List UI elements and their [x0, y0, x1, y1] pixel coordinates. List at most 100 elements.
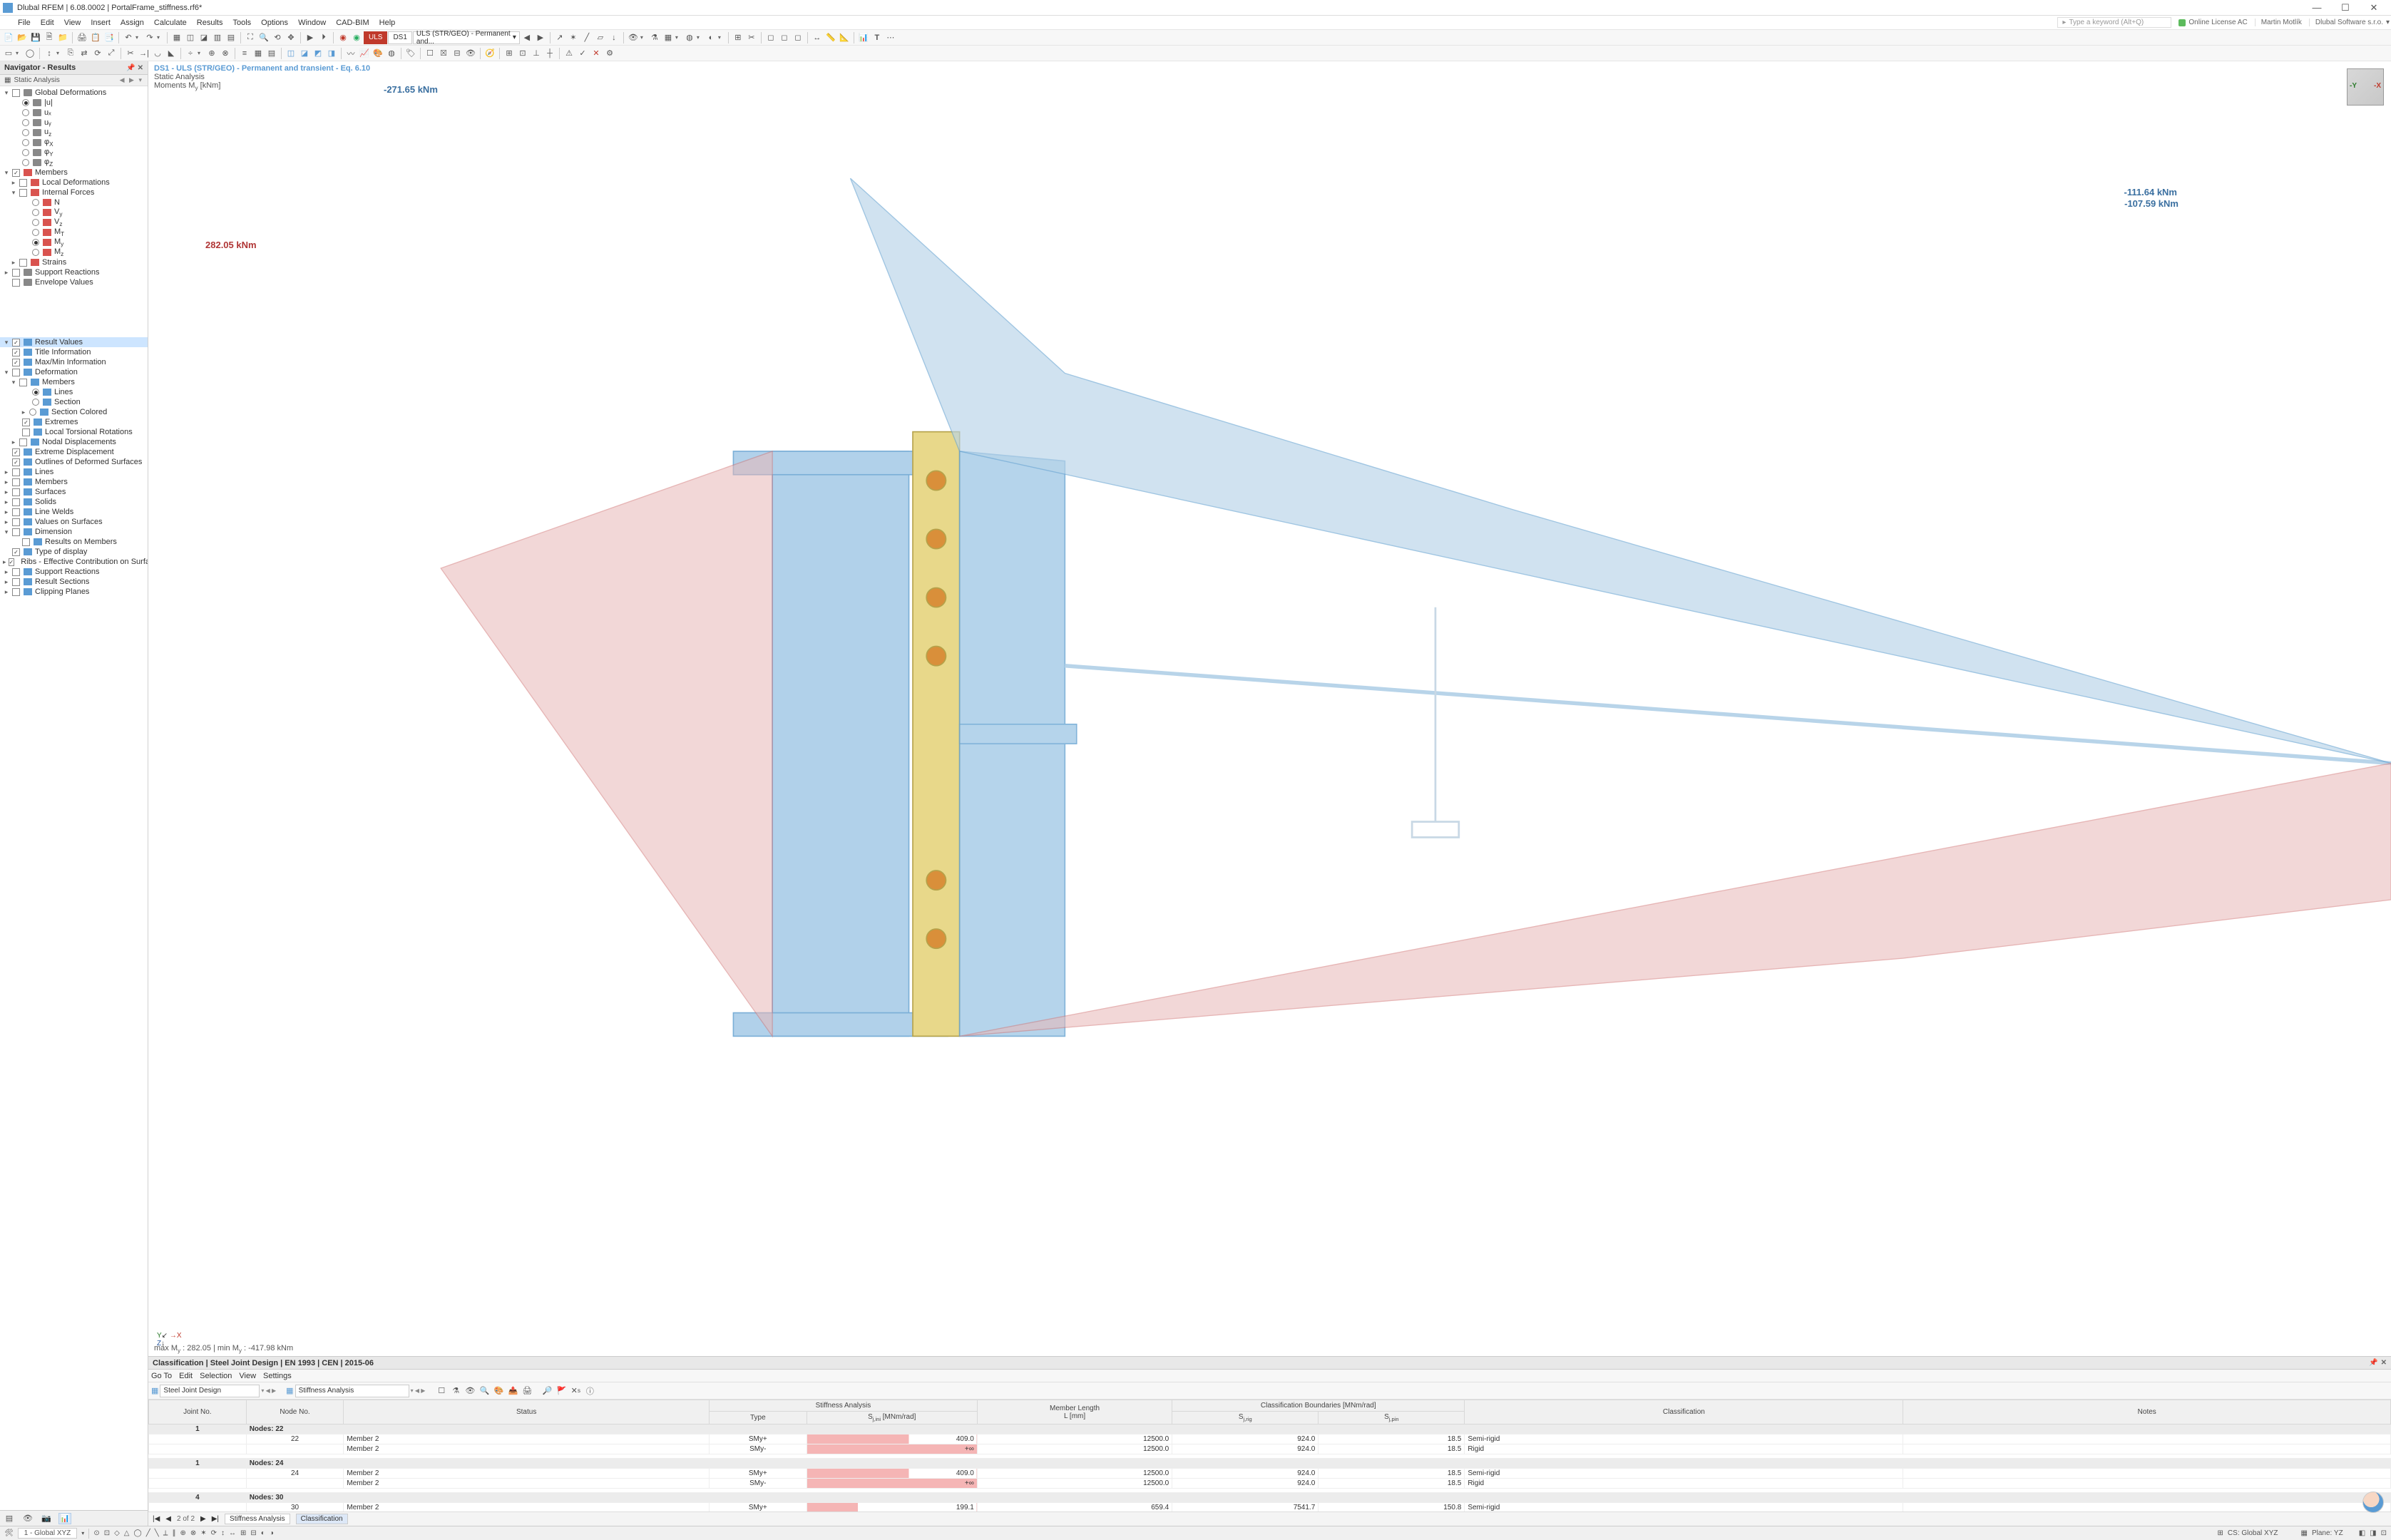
panel-combo1[interactable]: Steel Joint Design [160, 1385, 260, 1397]
blue4-icon[interactable]: ◨ [325, 47, 338, 60]
warn-icon[interactable]: ⚠ [563, 47, 575, 60]
scale-icon[interactable]: ⤢ [105, 47, 118, 60]
graph-icon[interactable]: 📊 [857, 31, 870, 44]
open-icon[interactable]: 📂 [16, 31, 29, 44]
status-end1-icon[interactable]: ◧ [2359, 1529, 2365, 1537]
eye-icon[interactable]: 👁 [627, 31, 640, 44]
snap4-icon[interactable]: △ [124, 1529, 130, 1537]
rotate-icon[interactable]: ⟲ [271, 31, 284, 44]
sect-icon[interactable]: ⊞ [732, 31, 744, 44]
tab-data-icon[interactable]: ▤ [3, 1513, 16, 1524]
ptb-find-icon[interactable]: 🔎 [541, 1385, 553, 1397]
ptb-print-icon[interactable]: 🖨 [521, 1385, 533, 1397]
tab-views-icon[interactable]: 📷 [40, 1513, 53, 1524]
blue2-icon[interactable]: ◪ [298, 47, 311, 60]
ptb-zoom-icon[interactable]: 🔍 [478, 1385, 491, 1397]
tab-results-icon[interactable]: 📊 [58, 1513, 71, 1524]
settings-icon[interactable]: ⚙ [603, 47, 616, 60]
results-tree[interactable]: ▾Global Deformations |u| uₓ uᵧ uz φX φY … [0, 86, 148, 1510]
panel-goto[interactable]: Go To [151, 1372, 172, 1380]
grid2-icon[interactable]: ⊞ [503, 47, 516, 60]
tab-stiffness[interactable]: Stiffness Analysis [225, 1514, 290, 1524]
grid-icon[interactable]: ▦ [170, 31, 183, 44]
snap-icon[interactable]: ⊡ [516, 47, 529, 60]
transp-icon[interactable]: ◐ [705, 31, 717, 44]
view4-icon[interactable]: ▤ [225, 31, 237, 44]
ptb-filter-icon[interactable]: ⚗ [449, 1385, 462, 1397]
ptb-xs-icon[interactable]: ✕s [569, 1385, 582, 1397]
view2-icon[interactable]: ◪ [198, 31, 210, 44]
uls-chip[interactable]: ULS [364, 31, 387, 44]
panel-selection[interactable]: Selection [200, 1372, 232, 1380]
viewport[interactable]: DS1 - ULS (STR/GEO) - Permanent and tran… [148, 61, 2391, 1356]
results2-icon[interactable]: ◉ [350, 31, 363, 44]
contour-icon[interactable]: ◍ [385, 47, 398, 60]
printout-icon[interactable]: 📋 [89, 31, 102, 44]
view-cube[interactable]: -Y -X [2347, 68, 2384, 106]
lasso-icon[interactable]: ◯ [24, 47, 36, 60]
arrow-icon[interactable]: ↗ [553, 31, 566, 44]
panel-pin-icon[interactable]: 📌 [2369, 1359, 2377, 1367]
pin-icon[interactable]: 📌 ✕ [126, 64, 143, 72]
minimize-button[interactable]: — [2303, 0, 2331, 16]
ptb-info-icon[interactable]: ⓘ [583, 1385, 596, 1397]
keyword-search[interactable]: ▸ Type a keyword (Alt+Q) [2057, 17, 2171, 28]
solid-icon[interactable]: ◍ [683, 31, 696, 44]
ptb-export-icon[interactable]: 📤 [506, 1385, 519, 1397]
pointer-icon[interactable]: ▭ [2, 47, 15, 60]
calc-icon[interactable]: ▶ [304, 31, 317, 44]
snap8-icon[interactable]: ⟂ [163, 1529, 168, 1537]
diag-icon[interactable]: 📈 [358, 47, 371, 60]
ortho-icon[interactable]: ⊥ [530, 47, 543, 60]
trim-icon[interactable]: ✂ [124, 47, 137, 60]
divide-icon[interactable]: ÷ [184, 47, 197, 60]
text-icon[interactable]: T [871, 31, 884, 44]
snap18-icon[interactable]: ◐ [261, 1529, 265, 1537]
snap7-icon[interactable]: ╲ [155, 1529, 159, 1537]
close-button[interactable]: ✕ [2360, 0, 2388, 16]
member-icon[interactable]: ╱ [580, 31, 593, 44]
panel-combo2[interactable]: Stiffness Analysis [295, 1385, 409, 1397]
resulttbl-icon[interactable]: ▤ [265, 47, 278, 60]
guides-icon[interactable]: ┼ [543, 47, 556, 60]
zoomwin-icon[interactable]: 🔍 [257, 31, 270, 44]
cancel-icon[interactable]: ✕ [590, 47, 603, 60]
move-icon[interactable]: ↕ [43, 47, 56, 60]
menu-file[interactable]: File [13, 17, 36, 29]
copy-icon[interactable]: ⎘ [64, 47, 77, 60]
cube2-icon[interactable]: ◻ [778, 31, 791, 44]
intersect-icon[interactable]: ⊗ [219, 47, 232, 60]
cube3-icon[interactable]: ◻ [792, 31, 804, 44]
stress-icon[interactable]: 🎨 [372, 47, 384, 60]
menu-options[interactable]: Options [256, 17, 293, 29]
save-icon[interactable]: 💾 [29, 31, 42, 44]
status-end2-icon[interactable]: ◨ [2370, 1529, 2376, 1537]
fillet-icon[interactable]: ◡ [151, 47, 164, 60]
menu-window[interactable]: Window [293, 17, 331, 29]
ds1-chip[interactable]: DS1 [388, 31, 411, 44]
ruler-icon[interactable]: 📏 [824, 31, 837, 44]
node-icon[interactable]: ✶ [567, 31, 580, 44]
cs-icon[interactable]: ⊞ [2218, 1529, 2223, 1537]
license-status[interactable]: Online License AC [2178, 19, 2247, 26]
panel-edit[interactable]: Edit [179, 1372, 193, 1380]
snap9-icon[interactable]: ∥ [172, 1529, 175, 1537]
tab-classification[interactable]: Classification [296, 1514, 348, 1524]
cube1-icon[interactable]: ◻ [764, 31, 777, 44]
view1-icon[interactable]: ◫ [184, 31, 197, 44]
tab-display-icon[interactable]: 👁 [21, 1513, 34, 1524]
snap12-icon[interactable]: ✶ [200, 1529, 206, 1537]
snap6-icon[interactable]: ╱ [146, 1529, 150, 1537]
last-page-icon[interactable]: ▶| [212, 1515, 219, 1523]
next-page-icon[interactable]: ▶ [200, 1515, 206, 1523]
menu-view[interactable]: View [59, 17, 86, 29]
snap1-icon[interactable]: ⊙ [93, 1529, 99, 1537]
wireframe-icon[interactable]: ▦ [662, 31, 675, 44]
prev-icon[interactable]: ◀ [521, 31, 533, 44]
blue1-icon[interactable]: ◫ [285, 47, 297, 60]
new-icon[interactable]: 📄 [2, 31, 15, 44]
menu-tools[interactable]: Tools [227, 17, 256, 29]
table-row[interactable]: 24Member 2SMy+409.012500.0924.018.5Semi-… [149, 1469, 2391, 1479]
selvis-icon[interactable]: 👁 [464, 47, 477, 60]
blue3-icon[interactable]: ◩ [312, 47, 324, 60]
